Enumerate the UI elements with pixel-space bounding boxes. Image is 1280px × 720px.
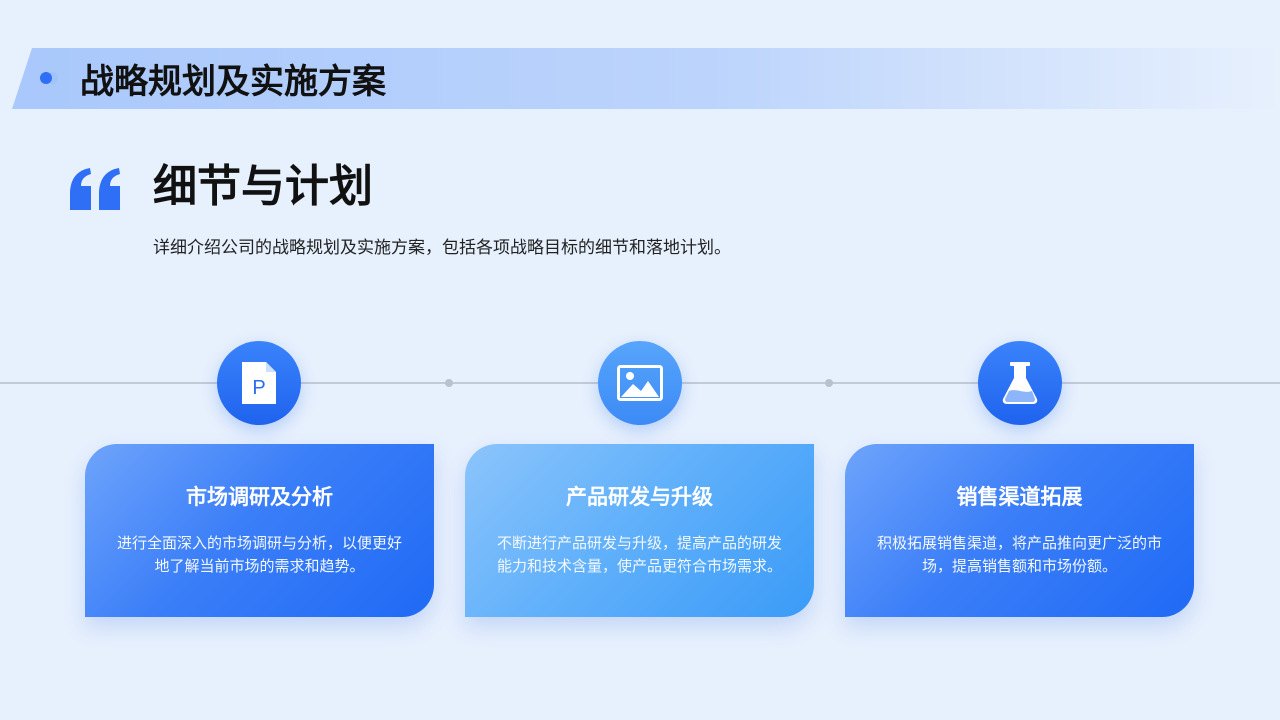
step-card-market-research: 市场调研及分析 进行全面深入的市场调研与分析，以便更好地了解当前市场的需求和趋势… (85, 444, 434, 617)
quote-icon (70, 168, 120, 210)
step-1-icon-circle: P (217, 341, 301, 425)
section-description: 详细介绍公司的战略规划及实施方案，包括各项战略目标的细节和落地计划。 (153, 238, 731, 258)
card-text: 积极拓展销售渠道，将产品推向更广泛的市场，提高销售额和市场份额。 (876, 534, 1162, 575)
timeline-dot (825, 379, 833, 387)
step-3-icon-circle (978, 341, 1062, 425)
step-card-sales-channels: 销售渠道拓展 积极拓展销售渠道，将产品推向更广泛的市场，提高销售额和市场份额。 (845, 444, 1194, 617)
step-2-icon-circle (598, 341, 682, 425)
step-card-product-rnd: 产品研发与升级 不断进行产品研发与升级，提高产品的研发能力和技术含量，使产品更符… (465, 444, 814, 617)
flask-icon (1002, 362, 1038, 404)
timeline-dot (445, 379, 453, 387)
card-title: 市场调研及分析 (186, 485, 333, 509)
document-p-icon: P (242, 362, 276, 404)
card-text: 进行全面深入的市场调研与分析，以便更好地了解当前市场的需求和趋势。 (116, 534, 402, 575)
title-decoration-dot (40, 72, 52, 84)
section-title: 细节与计划 (153, 161, 373, 212)
image-icon (617, 365, 663, 401)
document-letter: P (252, 377, 265, 399)
page-title: 战略规划及实施方案 (80, 62, 386, 102)
card-title: 产品研发与升级 (566, 485, 713, 509)
card-text: 不断进行产品研发与升级，提高产品的研发能力和技术含量，使产品更符合市场需求。 (496, 534, 782, 575)
card-title: 销售渠道拓展 (956, 485, 1083, 509)
